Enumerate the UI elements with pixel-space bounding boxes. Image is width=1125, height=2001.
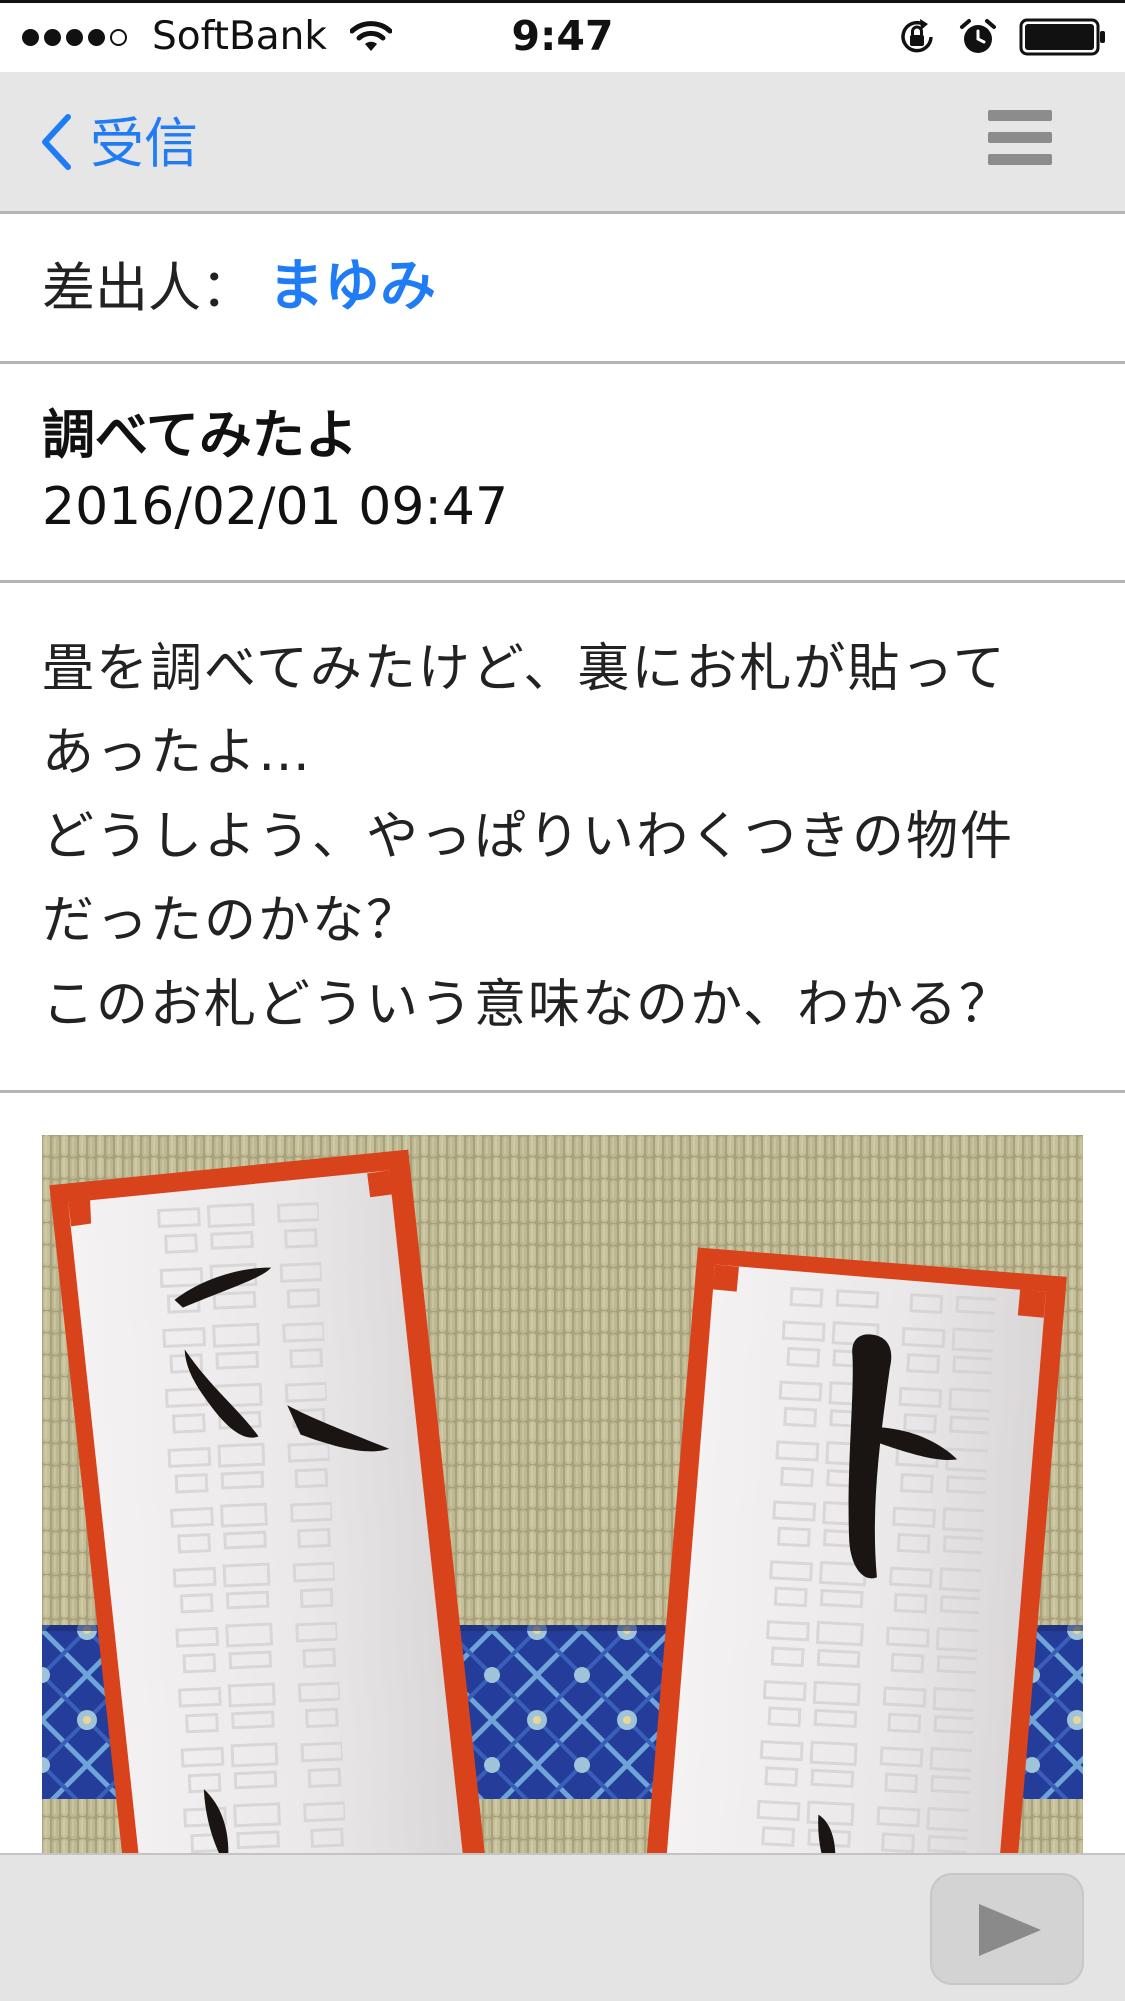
talisman-right xyxy=(644,1247,1067,1853)
status-bar: SoftBank 9:47 xyxy=(0,0,1125,72)
navigation-bar: 受信 xyxy=(0,72,1125,214)
back-button[interactable]: 受信 xyxy=(40,110,198,178)
message-subject: 調べてみたよ xyxy=(42,405,358,466)
body-line: このお札どういう意味なのか、わかる？ xyxy=(42,975,1013,1035)
play-button[interactable] xyxy=(930,1873,1084,1985)
sender-row: 差出人： まゆみ xyxy=(0,214,1125,364)
body-line: あったよ… xyxy=(42,723,313,783)
chevron-left-icon xyxy=(40,113,72,175)
rotation-lock-icon xyxy=(897,17,937,61)
message-date: 2016/02/01 09:47 xyxy=(42,477,509,537)
bottom-toolbar xyxy=(0,1853,1125,2001)
menu-button[interactable] xyxy=(988,110,1052,170)
body-line: どうしよう、やっぱりいわくつきの物件 xyxy=(42,807,1015,867)
battery-icon xyxy=(1019,18,1107,60)
back-label: 受信 xyxy=(90,112,198,175)
message-body: 畳を調べてみたけど、裏にお札が貼って あったよ… どうしよう、やっぱりいわくつき… xyxy=(0,583,1125,1093)
subject-block: 調べてみたよ 2016/02/01 09:47 xyxy=(0,364,1125,583)
body-line: 畳を調べてみたけど、裏にお札が貼って xyxy=(42,639,1007,699)
hamburger-menu-icon xyxy=(988,110,1052,121)
attached-photo[interactable] xyxy=(42,1135,1083,1853)
play-icon xyxy=(979,1904,1041,1956)
alarm-icon xyxy=(959,18,997,60)
message-body-text: 畳を調べてみたけど、裏にお札が貼って あったよ… どうしよう、やっぱりいわくつき… xyxy=(42,627,1092,1047)
sender-name-link[interactable]: まゆみ xyxy=(268,252,436,322)
sender-label: 差出人： xyxy=(42,258,254,319)
body-line: だったのかな？ xyxy=(42,891,421,951)
